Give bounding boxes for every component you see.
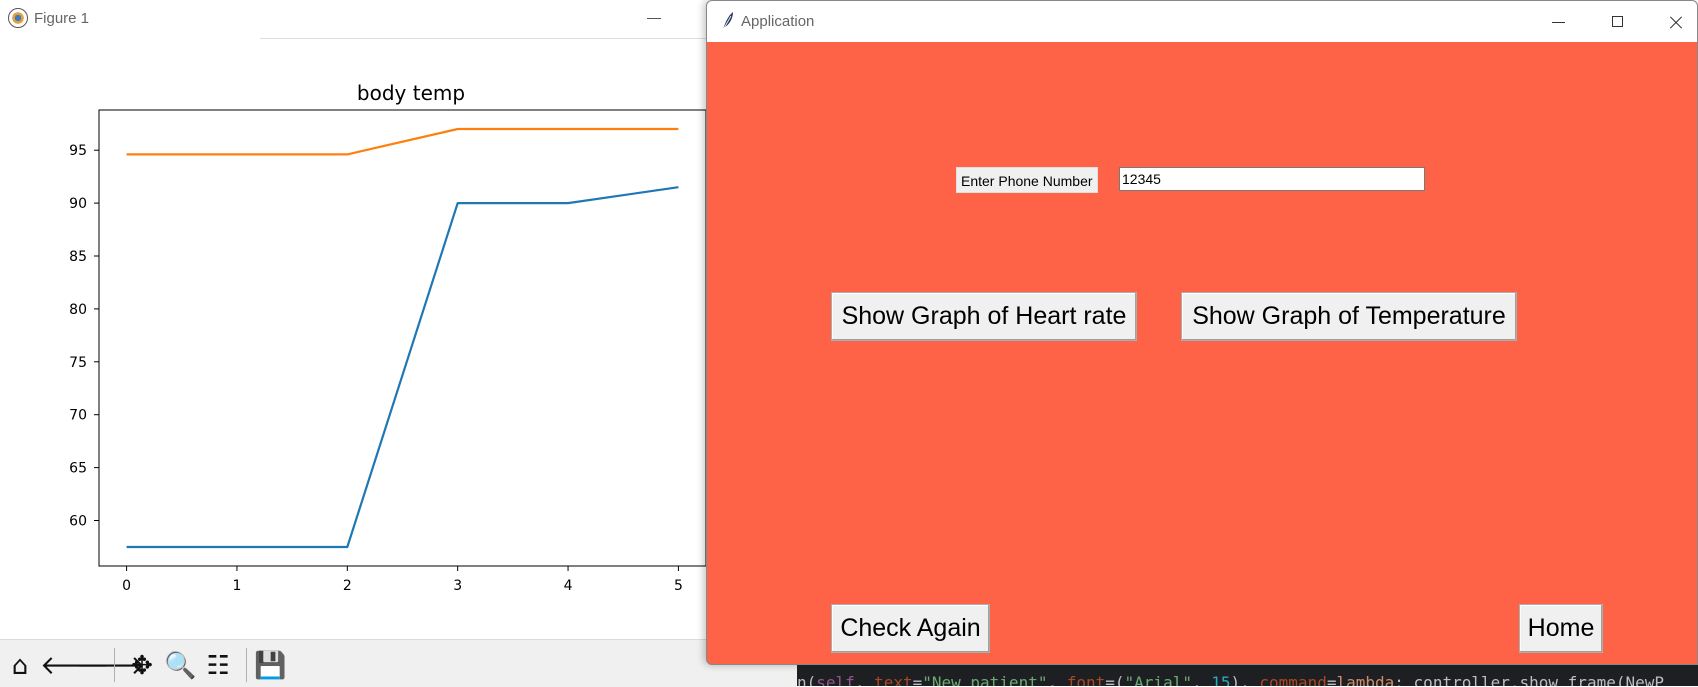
minimize-button[interactable]	[1536, 7, 1582, 37]
code-token: =(	[1105, 673, 1125, 686]
figure-title: Figure 1	[34, 10, 90, 27]
code-token: 15	[1211, 673, 1231, 686]
zoom-icon[interactable]: 🔍	[164, 650, 196, 682]
x-tick-label: 2	[343, 578, 352, 594]
phone-number-label: Enter Phone Number	[956, 167, 1098, 193]
code-token: ,	[1047, 673, 1067, 686]
maximize-button[interactable]	[1595, 7, 1641, 37]
code-token: ,	[854, 673, 875, 686]
code-token: font	[1066, 673, 1106, 686]
y-tick-label: 65	[69, 461, 87, 477]
body-temp-chart: body temp 0 1 2 3 4 5 60 65 70 75 80 85 90 95	[69, 81, 707, 594]
figure-window: Figure 1 body temp 0 1 2 3 4 5 60 65 70 75 80 85 90 9…	[0, 0, 800, 687]
code-token: "New patient"	[922, 673, 1048, 686]
toolbar-separator	[114, 648, 115, 682]
app-titlebar: Application	[707, 1, 1697, 42]
home-icon[interactable]: ⌂	[4, 650, 36, 682]
code-token: command	[1259, 673, 1327, 686]
matplotlib-logo-icon	[8, 8, 28, 28]
y-tick-label: 90	[69, 196, 87, 212]
x-tick-label: 1	[232, 578, 241, 594]
y-tick-label: 85	[69, 249, 87, 265]
y-tick-label: 60	[69, 514, 87, 530]
figure-divider	[260, 38, 710, 39]
figure-toolbar: ⌂ 🡐 🡒 ✥ 🔍 ☷ 💾	[0, 639, 800, 687]
phone-number-input[interactable]	[1119, 167, 1425, 191]
y-tick-label: 80	[69, 302, 87, 318]
toolbar-separator	[246, 648, 247, 682]
x-tick-label: 3	[453, 578, 462, 594]
back-arrow-icon[interactable]: 🡐	[40, 650, 110, 682]
figure-minimize-button[interactable]	[645, 8, 665, 28]
x-tick-label: 4	[564, 578, 573, 594]
show-temperature-graph-button[interactable]: Show Graph of Temperature	[1181, 292, 1517, 341]
figure-titlebar: Figure 1	[0, 0, 800, 38]
show-heart-rate-graph-button[interactable]: Show Graph of Heart rate	[831, 292, 1137, 341]
code-token: n(	[797, 673, 817, 686]
code-token: text	[874, 673, 913, 686]
forward-arrow-icon[interactable]: 🡒	[76, 650, 146, 682]
code-editor-line: n(self, text="New patient", font=("Arial…	[797, 665, 1698, 686]
y-tick-label: 75	[69, 355, 87, 371]
code-token: self	[816, 673, 855, 686]
home-button[interactable]: Home	[1519, 604, 1603, 653]
check-again-button[interactable]: Check Again	[831, 604, 990, 653]
close-button[interactable]	[1653, 7, 1697, 37]
configure-subplots-icon[interactable]: ☷	[202, 650, 234, 682]
code-token: ,	[1191, 673, 1212, 686]
y-tick-label: 95	[69, 143, 87, 159]
x-tick-label: 0	[122, 578, 131, 594]
code-token: lambda	[1336, 673, 1395, 686]
y-tick-label: 70	[69, 408, 87, 424]
plot-area: 0 1 2 3 4 5 60 65 70 75 80 85 90 95	[69, 109, 707, 594]
code-token: "Arial"	[1124, 673, 1192, 686]
code-token: ),	[1230, 673, 1260, 686]
code-token: : controller.show_frame(NewP	[1394, 673, 1664, 686]
pan-icon[interactable]: ✥	[126, 650, 158, 682]
feather-icon	[722, 12, 733, 31]
app-title: Application	[741, 13, 815, 30]
application-window: Application Enter Phone Number Show Grap…	[706, 0, 1698, 665]
code-token: =	[912, 673, 923, 686]
x-tick-label: 5	[674, 578, 683, 594]
axes-frame	[98, 109, 707, 567]
save-icon[interactable]: 💾	[254, 650, 286, 682]
chart-title: body temp	[357, 81, 465, 105]
